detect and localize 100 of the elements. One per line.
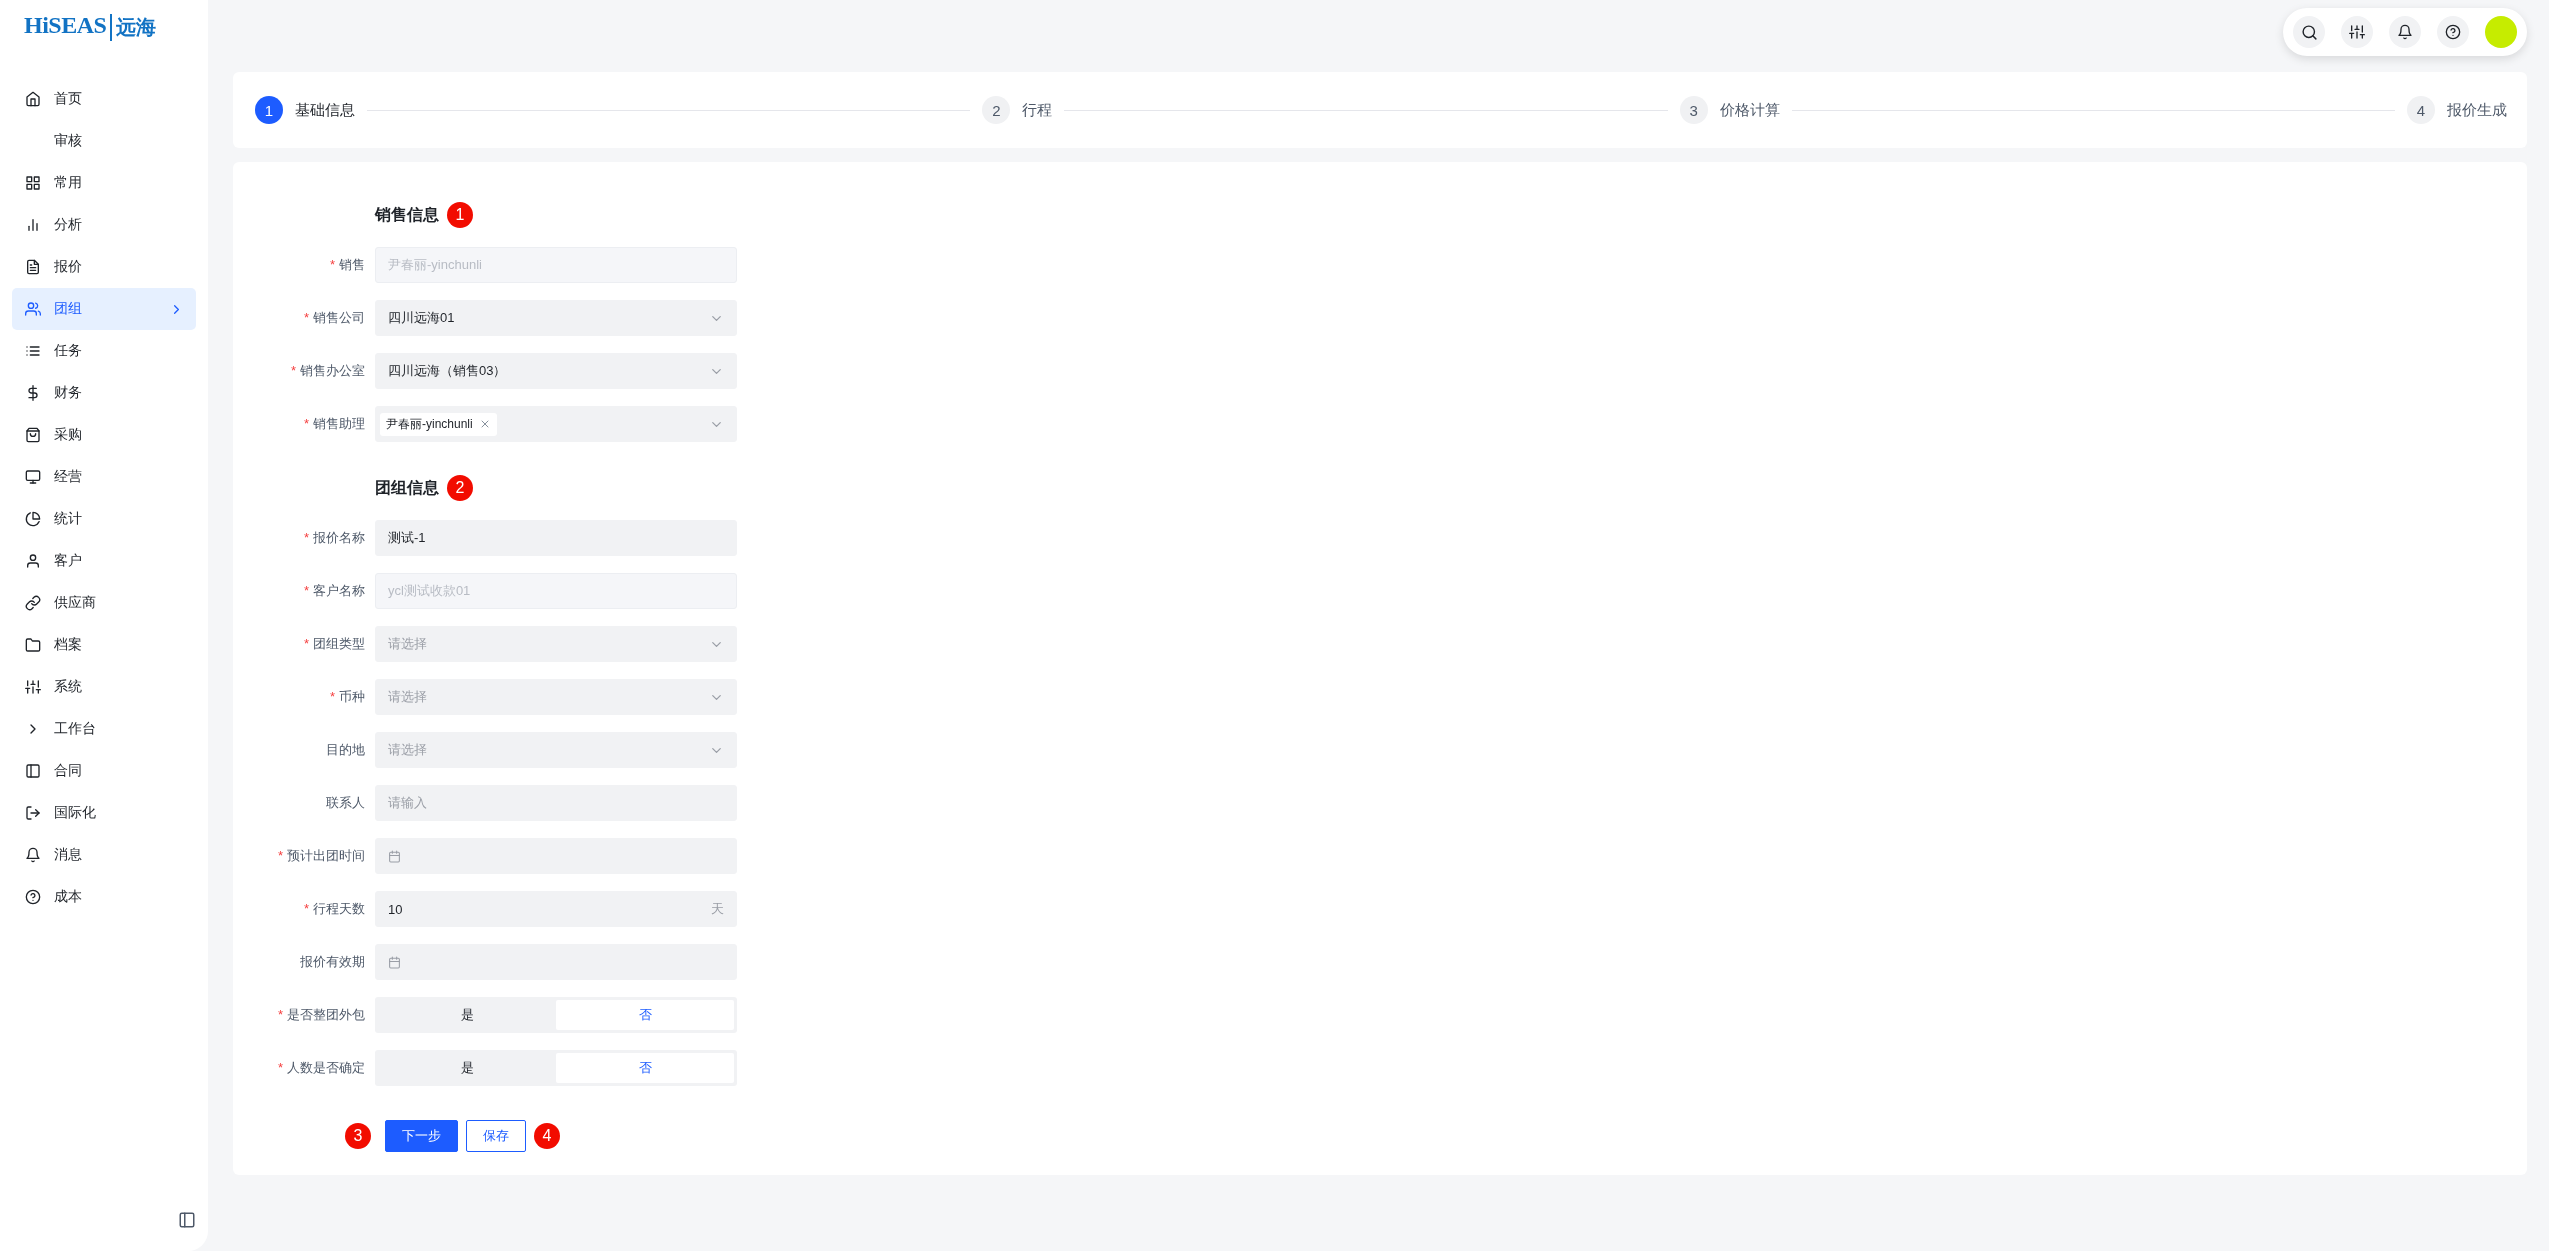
required-mark: * (303, 636, 309, 651)
calendar-icon (388, 849, 401, 863)
field-label: 报价有效期 (299, 953, 365, 971)
document-icon (25, 259, 41, 275)
sidebar-item[interactable]: 任务 (12, 330, 196, 372)
step-label[interactable]: 行程 (1022, 100, 1053, 120)
grid-icon (25, 175, 41, 191)
help-icon (2445, 24, 2461, 40)
sidebar-item[interactable]: 合同 (12, 750, 196, 792)
field-label: * 客户名称 (302, 582, 365, 600)
logout-icon (25, 805, 41, 821)
section-title: 团组信息 (375, 477, 439, 498)
currency-icon (25, 385, 41, 401)
sidebar-item[interactable]: 工作台 (12, 708, 196, 750)
sidebar-item[interactable]: 常用 (12, 162, 196, 204)
field-label: * 团组类型 (302, 635, 365, 653)
input-field[interactable]: 10 天 (375, 891, 737, 927)
step-number[interactable]: 1 (255, 96, 283, 124)
sidebar-item[interactable]: 首页 (12, 78, 196, 120)
sidebar-item[interactable]: 消息 (12, 834, 196, 876)
sidebar-item[interactable]: 分析 (12, 204, 196, 246)
home-icon (25, 91, 41, 107)
field-label: * 报价名称 (302, 529, 365, 547)
sidebar-item[interactable]: 经营 (12, 456, 196, 498)
panel-icon (25, 763, 41, 779)
sidebar-item[interactable]: 财务 (12, 372, 196, 414)
help-button[interactable] (2437, 16, 2469, 48)
bell-icon (2397, 24, 2413, 40)
field-label: * 是否整团外包 (276, 1006, 365, 1024)
annotation-marker: 4 (534, 1123, 560, 1149)
required-mark: * (303, 416, 309, 431)
calendar-icon (388, 955, 401, 969)
step-label[interactable]: 基础信息 (295, 100, 355, 120)
search-button[interactable] (2293, 16, 2325, 48)
field-label: * 预计出团时间 (276, 847, 365, 865)
segment-option[interactable]: 是 (378, 1053, 556, 1083)
required-mark: * (329, 257, 335, 272)
required-mark: * (277, 848, 283, 863)
sliders-icon (25, 679, 41, 695)
sliders-icon (2349, 24, 2365, 40)
annotation-marker: 1 (447, 202, 473, 228)
sidebar-item[interactable]: 团组 (12, 288, 196, 330)
next-button[interactable]: 下一步 (385, 1120, 458, 1152)
required-mark: * (290, 363, 296, 378)
step-label[interactable]: 价格计算 (1719, 100, 1780, 120)
required-mark: * (303, 901, 309, 916)
sidebar-item[interactable]: 采购 (12, 414, 196, 456)
select-field[interactable]: 尹春丽-yinchunli (375, 406, 737, 442)
date-field[interactable] (375, 838, 737, 874)
help-icon (25, 889, 41, 905)
section-title: 销售信息 (375, 204, 439, 225)
select-field[interactable]: 四川远海01 (375, 300, 737, 336)
field-label: 联系人 (325, 794, 365, 812)
sidebar-item[interactable]: 系统 (12, 666, 196, 708)
field-label: * 销售公司 (302, 309, 365, 327)
segment-option[interactable]: 否 (556, 1000, 734, 1030)
sidebar-item[interactable]: 审核 (12, 120, 196, 162)
step-label[interactable]: 报价生成 (2447, 100, 2507, 120)
panel-toggle-icon[interactable] (178, 1211, 196, 1229)
sidebar-item[interactable]: 档案 (12, 624, 196, 666)
sidebar-item[interactable]: 成本 (12, 876, 196, 918)
segment-option[interactable]: 是 (378, 1000, 556, 1030)
date-field[interactable] (375, 944, 737, 980)
select-field[interactable]: 四川远海（销售03） (375, 353, 737, 389)
notification-button[interactable] (2389, 16, 2421, 48)
required-mark: * (303, 583, 309, 598)
required-mark: * (277, 1007, 283, 1022)
pie-chart-icon (25, 511, 41, 527)
required-mark: * (329, 689, 335, 704)
field-label: * 币种 (328, 688, 365, 706)
field-label: * 人数是否确定 (276, 1059, 365, 1077)
sidebar-item[interactable]: 国际化 (12, 792, 196, 834)
sidebar-item[interactable]: 客户 (12, 540, 196, 582)
required-mark: * (303, 530, 309, 545)
step-number[interactable]: 2 (982, 96, 1011, 124)
bell-icon (25, 847, 41, 863)
bag-icon (25, 427, 41, 443)
field-label: * 销售 (328, 256, 365, 274)
settings-button[interactable] (2341, 16, 2373, 48)
annotation-marker: 3 (345, 1123, 371, 1149)
sidebar-item[interactable]: 统计 (12, 498, 196, 540)
required-mark: * (277, 1060, 283, 1075)
folder-icon (25, 637, 41, 653)
annotation-marker: 2 (447, 475, 473, 501)
step-number[interactable]: 4 (2407, 96, 2435, 124)
people-icon (25, 301, 41, 317)
save-button[interactable]: 保存 (466, 1120, 526, 1152)
field-label: 目的地 (325, 741, 365, 759)
logo: HiSEAS 远海 (12, 12, 196, 42)
segment-option[interactable]: 否 (556, 1053, 734, 1083)
field-label: * 行程天数 (302, 900, 365, 918)
field-label: * 销售办公室 (289, 362, 365, 380)
list-icon (25, 343, 41, 359)
input-field[interactable]: 测试-1 (375, 520, 737, 556)
sidebar-item[interactable]: 供应商 (12, 582, 196, 624)
required-mark: * (303, 310, 309, 325)
monitor-icon (25, 469, 41, 485)
sidebar-item[interactable]: 报价 (12, 246, 196, 288)
step-number[interactable]: 3 (1679, 96, 1708, 124)
tag: 尹春丽-yinchunli (380, 412, 497, 436)
